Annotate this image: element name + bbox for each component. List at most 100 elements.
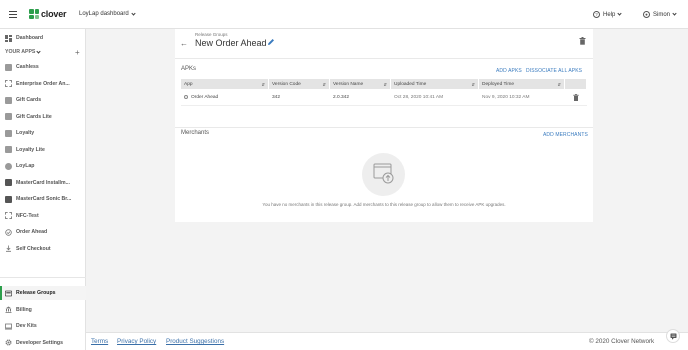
sidebar-item-label: NFC-Test xyxy=(16,212,39,219)
sidebar-item-label: Order Ahead xyxy=(16,229,48,235)
sidebar-item-app[interactable]: Gift Cards xyxy=(0,93,86,107)
dev-kits-icon xyxy=(5,323,12,330)
column-header-version-name[interactable]: Version Name ⇵ xyxy=(330,79,391,89)
sidebar-item-app[interactable]: Order Ahead xyxy=(0,225,86,239)
loylap-icon xyxy=(5,162,12,170)
sidebar-item-app[interactable]: MasterCard Installm... xyxy=(0,176,86,190)
footer: Terms Privacy Policy Product Suggestions… xyxy=(86,332,688,350)
dissociate-all-apks-button[interactable]: DISSOCIATE ALL APKS xyxy=(526,68,582,74)
column-header-app[interactable]: App ⇵ xyxy=(181,79,269,89)
product-suggestions-link[interactable]: Product Suggestions xyxy=(166,338,224,345)
placeholder-app-icon xyxy=(5,80,12,87)
help-menu[interactable]: ? Help xyxy=(593,11,622,18)
chevron-down-icon xyxy=(131,10,136,16)
edit-pencil-icon[interactable] xyxy=(267,38,275,46)
copyright-text: © 2020 Clover Network xyxy=(589,338,655,345)
loyalty-icon xyxy=(5,129,12,137)
sort-icon: ⇵ xyxy=(383,81,387,87)
sidebar-item-app[interactable]: NFC-Test xyxy=(0,209,86,223)
merchant-name: LoyLap dashboard xyxy=(79,11,129,17)
sidebar-item-label: Dashboard xyxy=(16,35,44,41)
sidebar-item-label: Dev Kits xyxy=(16,323,37,329)
column-header-uploaded-time[interactable]: Uploaded Time ⇵ xyxy=(391,79,479,89)
delete-apk-icon[interactable] xyxy=(565,89,587,105)
loyalty-icon xyxy=(5,146,12,153)
sidebar-item-label: Loyalty Lite xyxy=(16,146,45,153)
sidebar-item-app[interactable]: MasterCard Sonic Br... xyxy=(0,192,86,206)
help-icon: ? xyxy=(593,11,600,18)
cell-version-name: 2.0.342 xyxy=(333,94,350,100)
sidebar-item-label: MasterCard Sonic Br... xyxy=(16,196,72,202)
your-apps-toggle[interactable]: YOUR APPS xyxy=(5,48,41,55)
back-arrow-icon[interactable]: ← xyxy=(180,39,188,48)
terms-link[interactable]: Terms xyxy=(91,338,108,345)
table-row[interactable]: Order Ahead 342 2.0.342 Oct 28, 2020 10:… xyxy=(181,89,587,106)
mastercard-icon xyxy=(5,195,12,203)
apks-table: App ⇵ Version Code ⇵ Version Name ⇵ Uploade… xyxy=(181,79,587,106)
merchant-switcher[interactable]: LoyLap dashboard xyxy=(79,10,136,17)
privacy-policy-link[interactable]: Privacy Policy xyxy=(117,338,156,345)
page-title: New Order Ahead xyxy=(195,38,267,48)
logo-text: clover xyxy=(41,9,67,19)
chat-icon[interactable] xyxy=(666,329,680,343)
sort-icon: ⇵ xyxy=(471,81,475,87)
empty-state-illustration xyxy=(362,153,405,196)
add-apks-button[interactable]: ADD APKS xyxy=(496,68,522,74)
sidebar-item-app[interactable]: Self Checkout xyxy=(0,242,86,256)
order-ahead-icon xyxy=(5,228,12,236)
clover-logo-icon xyxy=(29,9,39,19)
user-icon: ● xyxy=(643,11,650,18)
cashless-icon xyxy=(5,63,12,71)
section-label: YOUR APPS xyxy=(5,49,36,55)
merchants-heading: Merchants xyxy=(181,130,210,136)
table-header: App ⇵ Version Code ⇵ Version Name ⇵ Uploade… xyxy=(181,79,587,89)
mastercard-icon xyxy=(5,179,12,186)
release-groups-icon xyxy=(5,290,12,297)
sidebar-item-billing[interactable]: Billing xyxy=(0,303,86,317)
add-app-icon[interactable]: + xyxy=(75,48,80,57)
column-header-deployed-time[interactable]: Deployed Time ⇵ xyxy=(479,79,565,89)
sidebar-item-label: Enterprise Order An... xyxy=(16,80,70,87)
sidebar-item-label: Developer Settings xyxy=(16,339,63,346)
dashboard-icon xyxy=(5,34,12,42)
cell-deployed-time: Nov 9, 2020 10:32 AM xyxy=(482,94,530,100)
sort-icon: ⇵ xyxy=(322,81,326,87)
sidebar-item-label: Self Checkout xyxy=(16,245,51,252)
gift-card-icon xyxy=(5,96,12,104)
sidebar-divider xyxy=(0,277,86,278)
sidebar-item-app[interactable]: Gift Cards Lite xyxy=(0,110,86,124)
cell-app: Order Ahead xyxy=(181,89,269,105)
delete-group-icon[interactable] xyxy=(579,37,586,45)
sidebar-item-label: Loyalty xyxy=(16,130,35,136)
column-header-version-code[interactable]: Version Code ⇵ xyxy=(269,79,330,89)
sidebar-item-dashboard[interactable]: Dashboard xyxy=(0,31,86,45)
chevron-down-icon xyxy=(36,48,41,54)
cell-uploaded-time: Oct 28, 2020 10:41 AM xyxy=(394,94,444,100)
user-menu[interactable]: ● Simon xyxy=(643,11,677,18)
add-merchants-button[interactable]: ADD MERCHANTS xyxy=(543,132,588,138)
sidebar-item-label: Release Groups xyxy=(16,290,56,296)
sidebar-item-app[interactable]: Loyalty xyxy=(0,126,86,140)
menu-icon[interactable] xyxy=(9,11,17,18)
sort-icon: ⇵ xyxy=(261,81,265,87)
app-icon xyxy=(184,95,188,99)
column-header-actions xyxy=(565,79,587,89)
top-bar: clover LoyLap dashboard ? Help ● Simon xyxy=(0,0,688,29)
sidebar-item-release-groups[interactable]: Release Groups xyxy=(0,286,86,300)
sidebar-item-app[interactable]: LoyLap xyxy=(0,159,86,173)
sidebar-item-dev-kits[interactable]: Dev Kits xyxy=(0,319,86,333)
sidebar-item-label: Gift Cards xyxy=(16,97,42,103)
sidebar-item-app[interactable]: Cashless xyxy=(0,60,86,74)
user-label: Simon xyxy=(653,11,671,18)
sidebar-item-app[interactable]: Enterprise Order An... xyxy=(0,77,86,91)
breadcrumb[interactable]: Release Groups xyxy=(195,32,228,37)
sidebar-item-label: Billing xyxy=(16,306,32,313)
sidebar-item-app[interactable]: Loyalty Lite xyxy=(0,143,86,157)
chevron-down-icon xyxy=(672,11,677,16)
apks-heading: APKs xyxy=(181,66,197,72)
sidebar-item-developer-settings[interactable]: Developer Settings xyxy=(0,336,86,350)
clover-logo[interactable]: clover xyxy=(29,9,67,19)
chevron-down-icon xyxy=(617,11,622,16)
sidebar-item-label: LoyLap xyxy=(16,163,35,169)
help-label: Help xyxy=(603,11,616,18)
